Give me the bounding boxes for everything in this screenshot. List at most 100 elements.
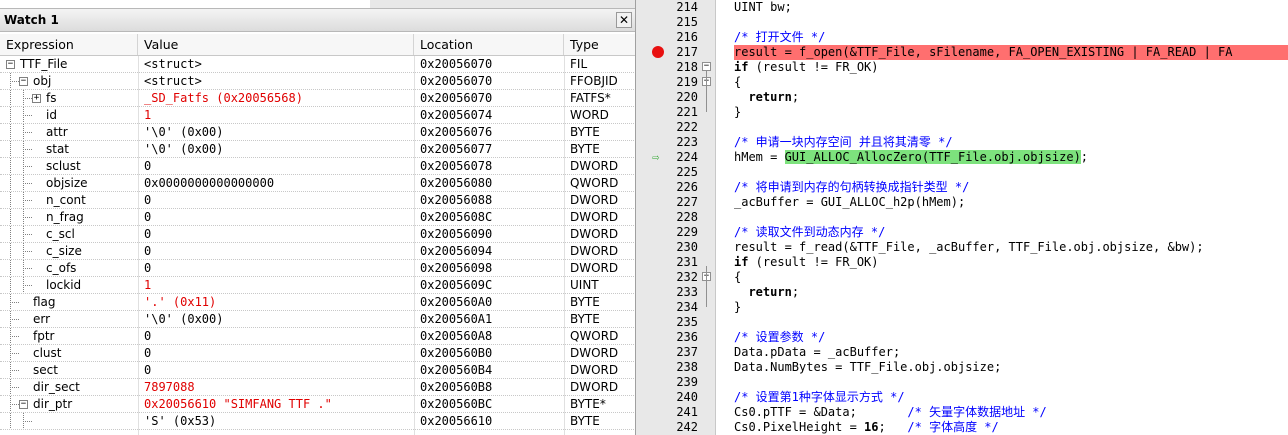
expression-label: dir_sect bbox=[33, 380, 80, 394]
code-line[interactable]: 227 _acBuffer = GUI_ALLOC_h2p(hMem); bbox=[636, 195, 1288, 210]
value-cell[interactable]: <struct> bbox=[144, 56, 414, 72]
code-line[interactable]: 230 result = f_read(&TTF_File, _acBuffer,… bbox=[636, 240, 1288, 255]
breakpoint-icon[interactable] bbox=[652, 46, 664, 58]
code-line[interactable]: 232−{ bbox=[636, 270, 1288, 285]
value-cell[interactable]: 0 bbox=[144, 209, 414, 225]
column-type[interactable]: Type bbox=[564, 34, 635, 55]
code-line[interactable]: 226 /* 将申请到内存的句柄转换成指针类型 */ bbox=[636, 180, 1288, 195]
line-number: 216 bbox=[676, 30, 698, 44]
value-cell[interactable]: 0x0000000000000000 bbox=[144, 175, 414, 191]
code-line[interactable]: 219−{ bbox=[636, 75, 1288, 90]
table-row[interactable]: 'S' (0x53) 0x20056610 BYTE bbox=[0, 413, 635, 430]
table-row[interactable]: c_size 0 0x20056094 DWORD bbox=[0, 243, 635, 260]
watch-titlebar[interactable]: Watch 1 ✕ bbox=[0, 8, 635, 32]
collapse-icon[interactable]: − bbox=[19, 77, 28, 86]
value-cell[interactable]: 0x20056610 "SIMFANG TTF ." bbox=[144, 396, 414, 412]
table-row[interactable]: sclust 0 0x20056078 DWORD bbox=[0, 158, 635, 175]
code-line[interactable]: 231 if (result != FR_OK) bbox=[636, 255, 1288, 270]
table-row[interactable]: fptr 0 0x200560A8 QWORD bbox=[0, 328, 635, 345]
code-line[interactable]: 234} bbox=[636, 300, 1288, 315]
table-row[interactable]: err '\0' (0x00) 0x200560A1 BYTE bbox=[0, 311, 635, 328]
type-cell: BYTE bbox=[570, 312, 600, 326]
value-cell[interactable]: 0 bbox=[144, 328, 414, 344]
column-value[interactable]: Value bbox=[138, 34, 414, 55]
value-cell[interactable]: _SD_Fatfs (0x20056568) bbox=[144, 90, 414, 106]
tree-branch bbox=[10, 370, 19, 372]
table-row[interactable]: objsize 0x0000000000000000 0x20056080 QWORD bbox=[0, 175, 635, 192]
value-cell[interactable]: 0 bbox=[144, 192, 414, 208]
code-line[interactable]: 235 bbox=[636, 315, 1288, 330]
tree-branch bbox=[23, 217, 32, 219]
code-line[interactable]: 228 bbox=[636, 210, 1288, 225]
code-line[interactable]: 240 /* 设置第1种字体显示方式 */ bbox=[636, 390, 1288, 405]
table-row[interactable]: flag '.' (0x11) 0x200560A0 BYTE bbox=[0, 294, 635, 311]
table-row[interactable]: − obj <struct> 0x20056070 FFOBJID bbox=[0, 73, 635, 90]
code-line[interactable]: 217 result = f_open(&TTF_File, sFilename,… bbox=[636, 45, 1288, 60]
code-line[interactable]: 222 bbox=[636, 120, 1288, 135]
table-row[interactable]: − TTF_File <struct> 0x20056070 FIL bbox=[0, 56, 635, 73]
location-cell: 0x200560BC bbox=[420, 397, 493, 411]
value-cell[interactable]: <struct> bbox=[144, 73, 414, 89]
value-cell[interactable]: 1 bbox=[144, 277, 414, 293]
code-line[interactable]: 223 /* 申请一块内存空间 并且将其清零 */ bbox=[636, 135, 1288, 150]
table-row[interactable]: lockid 1 0x2005609C UINT bbox=[0, 277, 635, 294]
value-cell[interactable]: 0 bbox=[144, 158, 414, 174]
value-cell[interactable]: 0 bbox=[144, 345, 414, 361]
table-row[interactable]: sect 0 0x200560B4 DWORD bbox=[0, 362, 635, 379]
code-line[interactable]: 233 return; bbox=[636, 285, 1288, 300]
value-cell[interactable]: '\0' (0x00) bbox=[144, 141, 414, 157]
code-line[interactable]: 229 /* 读取文件到动态内存 */ bbox=[636, 225, 1288, 240]
code-text: return; bbox=[748, 285, 800, 299]
code-line[interactable]: 238 Data.NumBytes = TTF_File.obj.objsize; bbox=[636, 360, 1288, 375]
value-cell[interactable]: 0 bbox=[144, 260, 414, 276]
type-cell: DWORD bbox=[570, 346, 619, 360]
table-row[interactable]: c_scl 0 0x20056090 DWORD bbox=[0, 226, 635, 243]
tree-line bbox=[10, 175, 12, 191]
expand-icon[interactable]: + bbox=[32, 94, 41, 103]
value-cell[interactable]: 0 bbox=[144, 226, 414, 242]
value-cell[interactable]: 1 bbox=[144, 107, 414, 123]
code-line[interactable]: 220 return; bbox=[636, 90, 1288, 105]
collapse-icon[interactable]: − bbox=[19, 400, 28, 409]
code-line[interactable]: 214 UINT bw; bbox=[636, 0, 1288, 15]
table-row[interactable]: clust 0 0x200560B0 DWORD bbox=[0, 345, 635, 362]
table-row[interactable]: + fs _SD_Fatfs (0x20056568) 0x20056070 FATFS… bbox=[0, 90, 635, 107]
column-expression[interactable]: Expression bbox=[0, 34, 138, 55]
code-text: if (result != FR_OK) bbox=[734, 255, 879, 269]
fold-toggle-icon[interactable]: − bbox=[702, 62, 711, 71]
code-line[interactable]: 242 Cs0.PixelHeight = 16; /* 字体高度 */ bbox=[636, 420, 1288, 435]
code-line[interactable]: 221} bbox=[636, 105, 1288, 120]
expression-label: fs bbox=[46, 91, 57, 105]
collapse-icon[interactable]: − bbox=[6, 60, 15, 69]
expression-cell: objsize bbox=[0, 175, 137, 191]
code-line[interactable]: 239 bbox=[636, 375, 1288, 390]
value-cell[interactable]: 'S' (0x53) bbox=[144, 413, 414, 429]
table-row[interactable]: n_frag 0 0x2005608C DWORD bbox=[0, 209, 635, 226]
table-row[interactable]: stat '\0' (0x00) 0x20056077 BYTE bbox=[0, 141, 635, 158]
value-cell[interactable]: 0 bbox=[144, 243, 414, 259]
code-line[interactable]: 224 ⇨ hMem = GUI_ALLOC_AllocZero(TTF_File.… bbox=[636, 150, 1288, 165]
code-line[interactable]: 225 bbox=[636, 165, 1288, 180]
expression-cell: lockid bbox=[0, 277, 137, 293]
code-line[interactable]: 237 Data.pData = _acBuffer; bbox=[636, 345, 1288, 360]
table-row[interactable]: dir_sect 7897088 0x200560B8 DWORD bbox=[0, 379, 635, 396]
table-row[interactable]: − dir_ptr 0x20056610 "SIMFANG TTF ." 0x2005… bbox=[0, 396, 635, 413]
code-line[interactable]: 216 /* 打开文件 */ bbox=[636, 30, 1288, 45]
table-row[interactable]: attr '\0' (0x00) 0x20056076 BYTE bbox=[0, 124, 635, 141]
table-row[interactable]: id 1 0x20056074 WORD bbox=[0, 107, 635, 124]
value-cell[interactable]: 0 bbox=[144, 362, 414, 378]
code-line[interactable]: 241 Cs0.pTTF = &Data; /* 矢量字体数据地址 */ bbox=[636, 405, 1288, 420]
value-cell[interactable]: '.' (0x11) bbox=[144, 294, 414, 310]
table-row[interactable]: c_ofs 0 0x20056098 DWORD bbox=[0, 260, 635, 277]
code-line[interactable]: 218− if (result != FR_OK) bbox=[636, 60, 1288, 75]
code-editor[interactable]: 214 UINT bw; 215 216 /* 打开文件 */ 217 result = f… bbox=[636, 0, 1288, 435]
table-row[interactable]: n_cont 0 0x20056088 DWORD bbox=[0, 192, 635, 209]
code-line[interactable]: 215 bbox=[636, 15, 1288, 30]
value-cell[interactable]: '\0' (0x00) bbox=[144, 311, 414, 327]
value-cell[interactable]: 7897088 bbox=[144, 379, 414, 395]
value-cell[interactable]: '\0' (0x00) bbox=[144, 124, 414, 140]
tree-branch bbox=[23, 98, 32, 100]
close-icon[interactable]: ✕ bbox=[616, 12, 632, 28]
column-location[interactable]: Location bbox=[414, 34, 564, 55]
code-line[interactable]: 236 /* 设置参数 */ bbox=[636, 330, 1288, 345]
